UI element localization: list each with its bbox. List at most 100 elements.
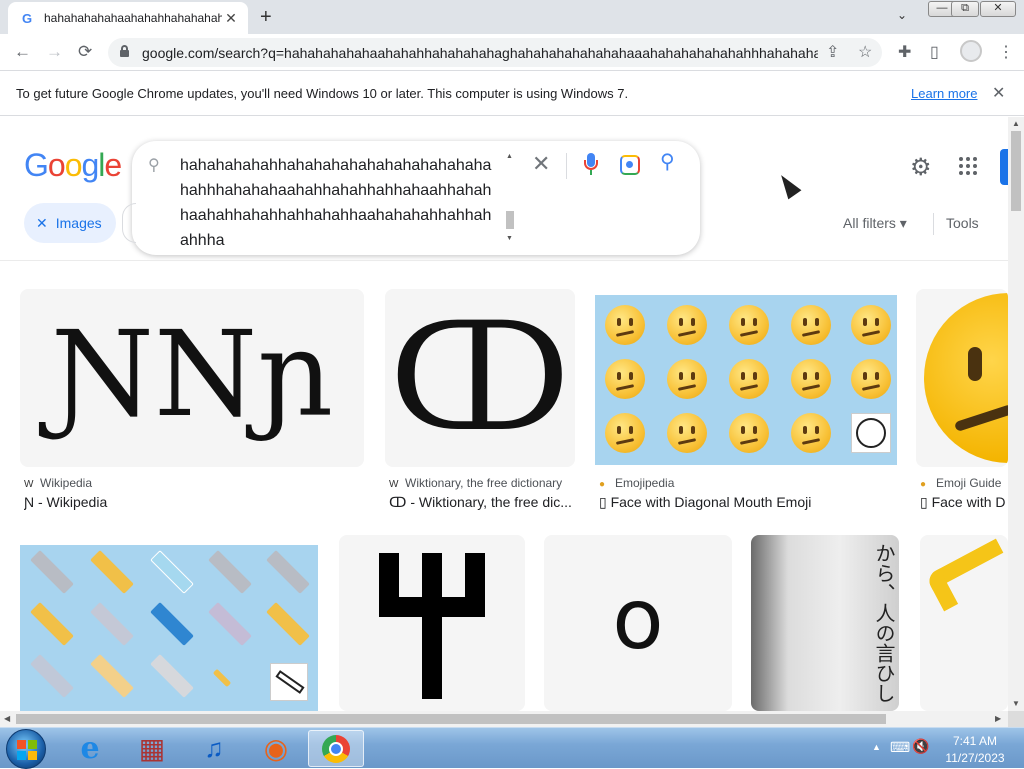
result-image[interactable]: o <box>544 535 732 711</box>
result-image[interactable]: から、人の言ひし <box>751 535 899 711</box>
store-icon[interactable]: ▦ <box>124 730 180 767</box>
reload-icon[interactable]: ⟳ <box>78 42 92 62</box>
image-result[interactable]: ● Emojipedia ▯ Face with Diagonal Mouth E… <box>595 289 897 519</box>
image-result[interactable]: から、人の言ひし <box>751 535 899 711</box>
sign-in-button[interactable] <box>1000 149 1008 185</box>
image-result[interactable]: o <box>544 535 732 711</box>
image-result[interactable]: ● Emoji Guide ▯ Face with D <box>916 289 1008 519</box>
clear-search-button[interactable]: ✕ <box>532 151 550 177</box>
show-hidden-icons-icon[interactable]: ▲ <box>872 742 881 752</box>
result-image[interactable] <box>595 295 897 465</box>
settings-gear-icon[interactable]: ⚙ <box>910 153 932 182</box>
tab-search-icon[interactable]: ⌄ <box>897 8 907 22</box>
emoji-face-icon <box>729 413 769 453</box>
search-box[interactable]: ⚲ hahahahahahhahahahahahahahahahahahahah… <box>132 141 700 255</box>
profile-avatar[interactable] <box>960 40 982 62</box>
menu-icon[interactable]: ⋮ <box>998 42 1014 62</box>
result-image[interactable]: ƝNɲ <box>20 289 364 467</box>
lock-icon[interactable] <box>120 45 129 57</box>
result-source[interactable]: W Wikipedia <box>24 476 354 490</box>
result-image[interactable] <box>916 289 1008 467</box>
extensions-icon[interactable]: ✚ <box>898 42 911 62</box>
infobar-close-icon[interactable]: ✕ <box>992 83 1005 103</box>
result-title[interactable]: ▯ Face with D <box>920 494 1008 511</box>
scroll-down-arrow-icon[interactable]: ▼ <box>506 235 513 242</box>
start-button[interactable] <box>6 729 46 769</box>
internet-explorer-icon[interactable]: e <box>62 730 118 767</box>
tab-close-icon[interactable]: ✕ <box>222 10 240 27</box>
ruler-icon <box>150 550 194 594</box>
side-panel-icon[interactable]: ▯ <box>930 42 939 62</box>
image-result[interactable] <box>339 535 525 711</box>
result-title[interactable]: Ɲ - Wikipedia <box>24 494 354 510</box>
scroll-down-arrow-icon[interactable]: ▼ <box>1012 699 1020 708</box>
wiktionary-icon: W <box>389 479 399 490</box>
google-apps-icon[interactable] <box>959 157 977 175</box>
back-icon[interactable]: ← <box>14 42 31 62</box>
firefox-icon[interactable]: ◉ <box>248 730 304 767</box>
source-name: Emojipedia <box>615 476 675 490</box>
result-source[interactable]: ● Emoji Guide <box>920 476 1008 490</box>
logo-letter: e <box>104 147 122 183</box>
result-title[interactable]: ↀ - Wiktionary, the free dic... <box>389 494 575 511</box>
result-image[interactable] <box>920 535 1008 711</box>
scrollbar-thumb[interactable] <box>16 714 886 724</box>
learn-more-link[interactable]: Learn more <box>911 86 977 101</box>
image-result[interactable] <box>920 535 1008 711</box>
next-filter-chip[interactable] <box>122 203 136 243</box>
windows-taskbar: e ▦ ♫ ◉ ▲ ⌨ 🔇 7:41 AM 11/27/2023 <box>0 727 1024 769</box>
result-source[interactable]: W Wiktionary, the free dictionary <box>389 476 575 490</box>
window-close-button[interactable]: ✕ <box>980 1 1016 17</box>
firefox-glyph: ◉ <box>263 733 289 764</box>
scrollbar-thumb[interactable] <box>1011 131 1021 211</box>
network-icon[interactable]: ⌨ <box>890 739 910 756</box>
image-result[interactable]: ↀ W Wiktionary, the free dictionary ↀ - W… <box>385 289 575 519</box>
chip-remove-icon[interactable]: ✕ <box>36 215 48 232</box>
forward-icon[interactable]: → <box>46 42 63 62</box>
result-image[interactable]: ↀ <box>385 289 575 467</box>
result-image[interactable] <box>20 545 318 711</box>
new-tab-button[interactable]: + <box>260 6 272 29</box>
microphone-icon[interactable] <box>584 153 598 177</box>
chrome-taskbar-icon[interactable] <box>308 730 364 767</box>
result-title[interactable]: ▯ Face with Diagonal Mouth Emoji <box>599 494 895 511</box>
ruler-icon <box>30 550 74 594</box>
browser-tab[interactable]: G hahahahahahaahahahhahahahahag ✕ <box>8 2 248 34</box>
vertical-scrollbar[interactable]: ▲ ▼ <box>1008 117 1024 711</box>
emoji-face-icon <box>729 359 769 399</box>
clock[interactable]: 7:41 AM 11/27/2023 <box>930 733 1020 767</box>
store-glyph: ▦ <box>138 733 166 764</box>
image-result[interactable]: ƝNɲ W Wikipedia Ɲ - Wikipedia <box>20 289 364 519</box>
images-filter-chip[interactable]: ✕ Images <box>24 203 116 243</box>
url-text[interactable]: google.com/search?q=hahahahahahaahahahha… <box>142 45 818 61</box>
logo-letter: o <box>64 147 83 183</box>
google-lens-icon[interactable] <box>620 155 640 175</box>
bookmark-star-icon[interactable]: ☆ <box>858 42 872 62</box>
source-name: Wikipedia <box>40 476 93 490</box>
outline-face-icon <box>851 413 891 453</box>
search-submit-icon[interactable]: ⚲ <box>660 149 675 174</box>
music-player-icon[interactable]: ♫ <box>186 730 242 767</box>
volume-muted-icon[interactable]: 🔇 <box>912 738 929 755</box>
tools-button[interactable]: Tools <box>946 215 979 231</box>
scroll-right-arrow-icon[interactable]: ▶ <box>995 714 1001 723</box>
result-source[interactable]: ● Emojipedia <box>599 476 895 490</box>
all-filters-button[interactable]: All filters ▾ <box>843 215 907 232</box>
result-image[interactable] <box>339 535 525 711</box>
image-result[interactable] <box>20 545 318 711</box>
ruler-icon <box>30 602 74 646</box>
scroll-up-arrow-icon[interactable]: ▲ <box>1012 119 1020 128</box>
horizontal-scrollbar[interactable]: ◀ ▶ <box>0 711 1008 727</box>
ruler-icon <box>150 654 194 698</box>
share-icon[interactable]: ⇪ <box>826 42 839 62</box>
google-logo[interactable]: Google <box>24 147 122 184</box>
restore-button[interactable]: ⧉ <box>951 1 979 17</box>
scroll-left-arrow-icon[interactable]: ◀ <box>4 714 10 723</box>
logo-letter: G <box>24 147 49 183</box>
ie-glyph: e <box>80 731 100 766</box>
address-bar[interactable]: google.com/search?q=hahahahahahaahahahha… <box>108 38 882 67</box>
search-query-text[interactable]: hahahahahahhahahahahahahahahahahahahahhh… <box>180 153 492 253</box>
search-box-scrollbar[interactable]: ▲ ▼ <box>504 153 516 243</box>
ruler-icon <box>266 602 310 646</box>
scroll-up-arrow-icon[interactable]: ▲ <box>506 153 513 160</box>
